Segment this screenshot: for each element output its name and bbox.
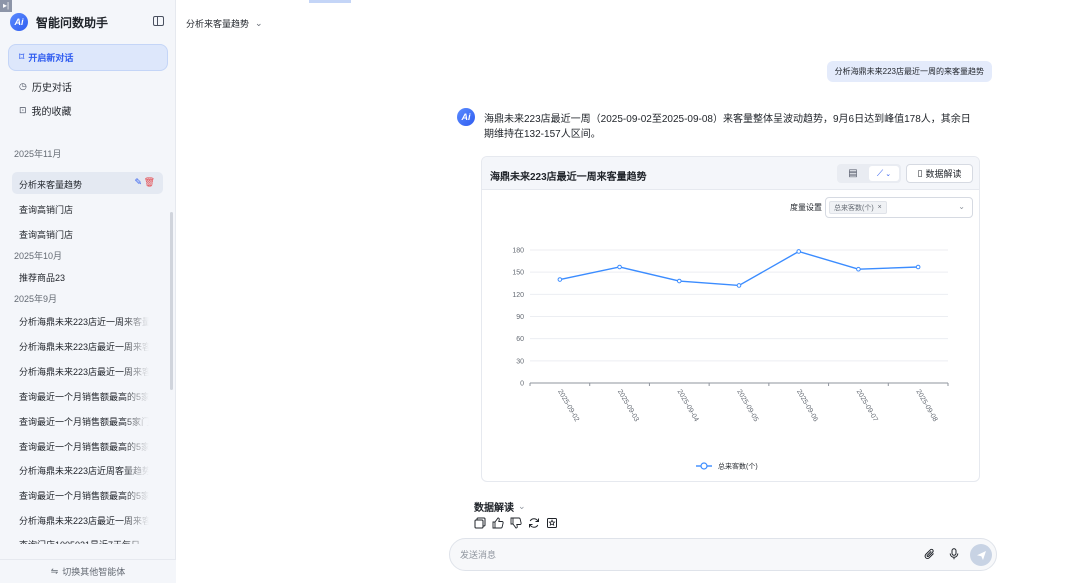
y-tick-label: 90 [516, 314, 524, 321]
history-item[interactable]: 查询最近一个月销售额最高的5家 [19, 489, 149, 502]
history-item[interactable]: 查询高销门店 [19, 228, 149, 241]
data-point [856, 266, 861, 272]
data-point [796, 249, 802, 254]
conversation-title-dropdown[interactable]: 分析来客量趋势 ⌄ [186, 17, 263, 30]
history-icon: ◷ [19, 80, 27, 91]
sidebar: ▸| Ai 智能问数助手 ⌑ 开启新对话 ◷ 历史对话 ⊡ 我的收藏 2025年… [0, 0, 176, 583]
sidebar-scrollbar[interactable] [170, 212, 173, 390]
series-line [559, 250, 919, 287]
user-message: 分析海鼎未来223店最近一周的来客量趋势 [826, 61, 992, 82]
history-item[interactable]: 查询最近一个月销售额最高的5家 [19, 440, 149, 453]
data-point [915, 264, 921, 270]
x-tick-label: 2025-09-02 [556, 389, 580, 424]
history-item-active[interactable]: 分析来客量趋势 ✎ 🗑 [12, 172, 163, 194]
switch-agent-button[interactable]: ⇋ 切换其他智能体 [0, 559, 176, 583]
sidebar-item-favorites[interactable]: ⊡ 我的收藏 [19, 103, 72, 118]
send-button[interactable] [970, 544, 992, 566]
assistant-logo-icon: Ai [10, 13, 28, 31]
history-item[interactable]: 分析海鼎未来223店最近一周来客量 [19, 365, 149, 378]
history-item[interactable]: 查询最近一个月销售额最高的5家 [19, 390, 149, 403]
history-item[interactable]: 查询门店1005021最近7天每日 [19, 538, 149, 544]
message-actions [473, 516, 559, 530]
history-item-label: 分析来客量趋势 [19, 180, 83, 190]
favorites-icon: ⊡ [19, 104, 27, 115]
favorites-label: 我的收藏 [31, 106, 72, 118]
bookmark-icon[interactable] [545, 516, 559, 530]
history-label: 历史对话 [31, 82, 72, 94]
group-label: 2025年9月 [14, 294, 58, 304]
history-item[interactable]: 查询高销门店 [19, 203, 149, 216]
thumbs-up-icon[interactable] [491, 516, 505, 530]
x-tick-label: 2025-09-08 [914, 389, 938, 424]
history-item[interactable]: 分析海鼎未来223店近周客量趋势 [19, 464, 149, 477]
x-tick-label: 2025-09-07 [855, 389, 879, 424]
edit-icon[interactable]: ✎ [134, 177, 142, 188]
x-tick-label: 2025-09-05 [735, 389, 759, 424]
panel-toggle-badge[interactable]: ▸| [0, 0, 12, 12]
new-chat-label: 开启新对话 [28, 53, 74, 63]
legend-marker [700, 462, 708, 470]
chevron-down-icon: ⌄ [255, 18, 263, 28]
data-point [676, 278, 682, 284]
data-interpretation-section[interactable]: 数据解读 ⌄ [474, 499, 526, 514]
app: ▸| Ai 智能问数助手 ⌑ 开启新对话 ◷ 历史对话 ⊡ 我的收藏 2025年… [0, 0, 1080, 583]
swap-icon: ⇋ [50, 566, 59, 576]
x-tick-label: 2025-09-03 [616, 389, 640, 424]
chart-card: 海鼎未来223店最近一周来客量趋势 ▤ ⟋ ⌄ ▯ 数据解读 度量设置 总来客数(… [481, 156, 980, 482]
x-tick-label: 2025-09-04 [676, 389, 700, 424]
group-label: 2025年10月 [14, 251, 63, 261]
y-tick-label: 0 [520, 381, 524, 388]
data-point [557, 277, 563, 282]
delete-icon[interactable]: 🗑 [144, 177, 155, 188]
data-point [736, 283, 742, 288]
main-area: 分析来客量趋势 ⌄ 分析海鼎未来223店最近一周的来客量趋势 Ai 海鼎未来22… [176, 0, 1080, 583]
history-item[interactable]: 分析海鼎未来223店近一周来客量 [19, 315, 149, 328]
history-item[interactable]: 查询最近一个月销售额最高5家门店 [19, 415, 149, 428]
collapse-sidebar-icon[interactable] [153, 16, 164, 26]
microphone-icon[interactable] [949, 548, 959, 563]
switch-agent-label: 切换其他智能体 [62, 567, 126, 577]
y-tick-label: 180 [512, 248, 524, 255]
y-tick-label: 120 [512, 292, 524, 299]
x-tick-label: 2025-09-06 [795, 389, 819, 424]
history-item[interactable]: 分析海鼎未来223店最近一周来客量 [19, 340, 149, 353]
send-icon [976, 550, 986, 560]
legend-label: 总来客数(个) [718, 462, 758, 471]
sidebar-item-history[interactable]: ◷ 历史对话 [19, 79, 72, 94]
sidebar-header: Ai 智能问数助手 [10, 12, 168, 32]
regenerate-icon[interactable] [527, 516, 541, 530]
chat-plus-icon: ⌑ [19, 52, 25, 63]
message-input-box [449, 538, 997, 571]
history-item[interactable]: 推荐商品23 [19, 271, 149, 284]
copy-icon[interactable] [473, 516, 487, 530]
paperclip-icon[interactable] [924, 548, 936, 563]
y-tick-label: 60 [516, 336, 524, 343]
tab-indicator [309, 0, 351, 3]
assistant-avatar-icon: Ai [457, 108, 475, 126]
y-tick-label: 30 [516, 358, 524, 365]
sidebar-title: 智能问数助手 [36, 15, 109, 30]
data-point [617, 264, 622, 270]
group-label: 2025年11月 [14, 149, 62, 159]
chevron-down-icon: ⌄ [518, 501, 526, 511]
conversation-title: 分析来客量趋势 [186, 19, 250, 29]
message-input[interactable] [460, 547, 900, 563]
thumbs-down-icon[interactable] [509, 516, 523, 530]
line-chart: 0 30 60 90 120 150 180 2025-09-02 2025-09-03 2025… [512, 248, 949, 471]
y-tick-label: 150 [512, 270, 524, 277]
section-title: 数据解读 [474, 503, 514, 514]
new-chat-button[interactable]: ⌑ 开启新对话 [8, 44, 168, 71]
assistant-message: 海鼎未来223店最近一周（2025-09-02至2025-09-08）来客量整体… [484, 114, 971, 140]
history-item[interactable]: 分析海鼎未来223店最近一周来客量 [19, 514, 149, 527]
